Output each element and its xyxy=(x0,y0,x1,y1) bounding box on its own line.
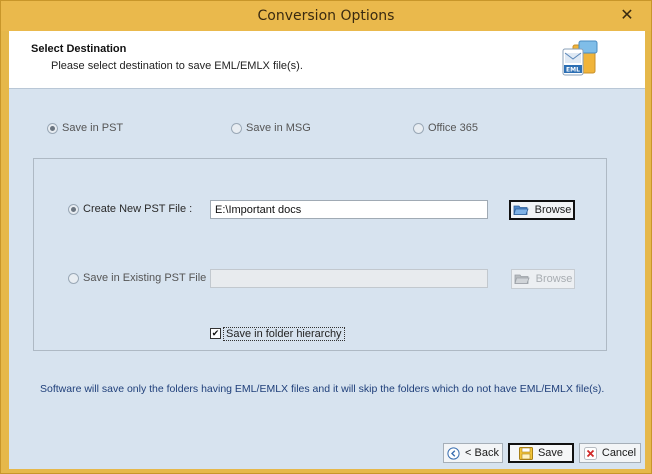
title-bar[interactable]: Conversion Options ✕ xyxy=(1,1,651,31)
radio-save-in-pst[interactable]: Save in PST xyxy=(47,122,123,134)
radio-create-new-pst[interactable]: Create New PST File : xyxy=(68,203,192,215)
radio-indicator[interactable] xyxy=(231,122,242,134)
cancel-label: Cancel xyxy=(601,447,637,459)
radio-indicator[interactable] xyxy=(68,203,79,215)
back-label: < Back xyxy=(465,447,499,459)
checkmark-icon: ✔ xyxy=(211,328,220,338)
cancel-icon xyxy=(583,446,597,460)
header-title: Select Destination xyxy=(31,43,127,55)
existing-pst-label: Save in Existing PST File : xyxy=(83,272,213,284)
save-icon xyxy=(518,446,533,460)
browse-label: Browse xyxy=(534,204,572,216)
dialog-content: Select Destination Please select destina… xyxy=(9,31,645,469)
browse-label: Browse xyxy=(535,273,573,285)
close-button[interactable]: ✕ xyxy=(615,4,639,26)
browse-button-new-pst[interactable]: Browse xyxy=(509,200,575,220)
folder-hierarchy-label[interactable]: Save in folder hierarchy xyxy=(223,327,345,341)
radio-label: Save in PST xyxy=(62,122,124,134)
folder-hierarchy-checkbox[interactable]: ✔ xyxy=(210,328,221,339)
save-label: Save xyxy=(537,447,564,459)
pst-options-group xyxy=(33,158,607,351)
radio-indicator[interactable] xyxy=(413,122,424,134)
cancel-button[interactable]: Cancel xyxy=(579,443,641,463)
back-button[interactable]: < Back xyxy=(443,443,503,463)
eml-file-icon: EML xyxy=(562,40,598,76)
radio-save-existing-pst[interactable]: Save in Existing PST File : xyxy=(68,272,212,284)
browse-button-existing-pst[interactable]: Browse xyxy=(511,269,575,289)
existing-pst-path-input[interactable] xyxy=(210,269,488,288)
info-note: Software will save only the folders havi… xyxy=(40,383,605,395)
back-arrow-icon xyxy=(447,446,460,460)
new-pst-path-input[interactable] xyxy=(210,200,488,219)
radio-indicator[interactable] xyxy=(68,272,79,284)
conversion-options-window: Conversion Options ✕ Select Destination … xyxy=(0,0,652,474)
radio-office-365[interactable]: Office 365 xyxy=(413,122,478,134)
eml-icon-label: EML xyxy=(566,67,580,74)
radio-save-in-msg[interactable]: Save in MSG xyxy=(231,122,311,134)
save-button[interactable]: Save xyxy=(508,443,574,463)
radio-indicator[interactable] xyxy=(47,122,58,134)
window-title: Conversion Options xyxy=(257,8,395,24)
create-new-pst-label: Create New PST File : xyxy=(83,203,193,215)
radio-label: Office 365 xyxy=(428,122,478,134)
header-band: Select Destination Please select destina… xyxy=(9,31,645,89)
folder-open-icon xyxy=(513,205,529,215)
radio-label: Save in MSG xyxy=(246,122,311,134)
folder-open-icon xyxy=(514,274,530,284)
header-subtitle: Please select destination to save EML/EM… xyxy=(51,60,303,72)
close-icon: ✕ xyxy=(620,7,634,24)
